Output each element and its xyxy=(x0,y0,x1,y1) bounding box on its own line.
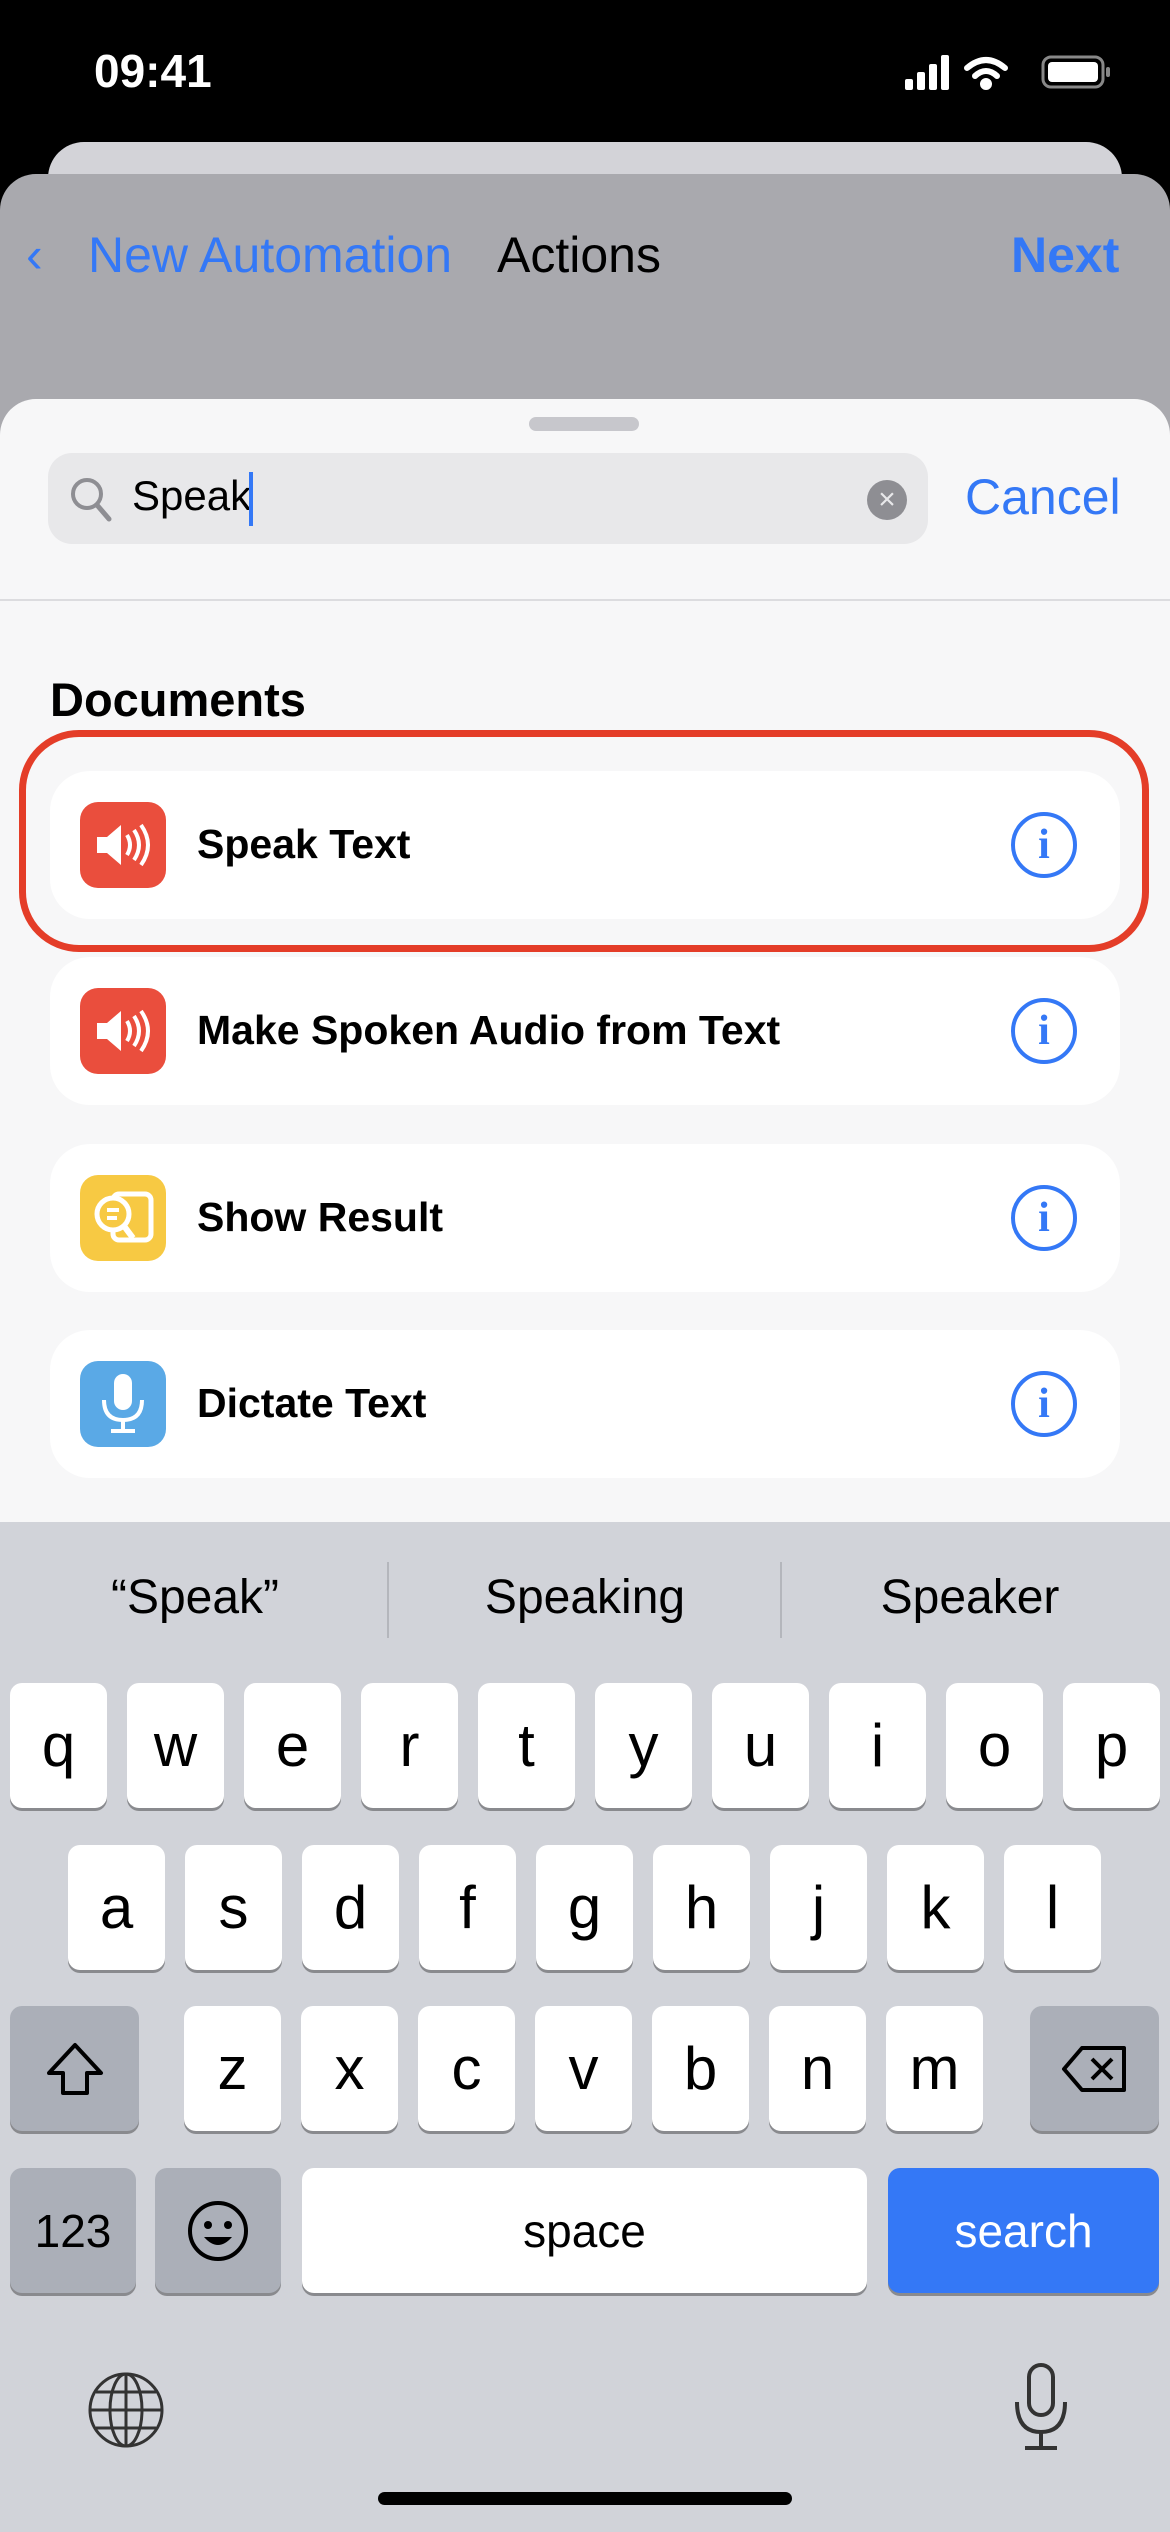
key-m[interactable]: m xyxy=(886,2006,983,2131)
key-r[interactable]: r xyxy=(361,1683,458,1808)
nav-title: Actions xyxy=(497,227,661,283)
magnifier-icon xyxy=(71,478,112,522)
action-label: Show Result xyxy=(197,1194,444,1240)
key-p[interactable]: p xyxy=(1063,1683,1160,1808)
highlight-annotation xyxy=(19,730,1149,952)
shift-icon xyxy=(46,2042,103,2095)
key-w[interactable]: w xyxy=(127,1683,224,1808)
wifi-icon xyxy=(964,57,1008,90)
delete-icon xyxy=(1061,2045,1126,2092)
key-e[interactable]: e xyxy=(244,1683,341,1808)
key-j[interactable]: j xyxy=(770,1845,867,1970)
key-h[interactable]: h xyxy=(653,1845,750,1970)
action-row[interactable]: Show Result i xyxy=(50,1144,1120,1292)
info-icon[interactable]: i xyxy=(1011,1371,1077,1437)
suggestion[interactable]: Speaking xyxy=(395,1570,775,1625)
key-q[interactable]: q xyxy=(10,1683,107,1808)
sheet-grabber[interactable] xyxy=(529,417,639,431)
key-c[interactable]: c xyxy=(418,2006,515,2131)
speaker-icon xyxy=(80,988,166,1074)
space-key[interactable]: space xyxy=(302,2168,867,2293)
cellular-signal-icon xyxy=(905,55,949,90)
key-a[interactable]: a xyxy=(68,1845,165,1970)
action-row[interactable]: Dictate Text i xyxy=(50,1330,1120,1478)
delete-key[interactable] xyxy=(1030,2006,1159,2131)
home-indicator[interactable] xyxy=(378,2492,792,2505)
key-d[interactable]: d xyxy=(302,1845,399,1970)
suggestion[interactable]: Speaker xyxy=(780,1570,1160,1625)
back-label[interactable]: New Automation xyxy=(88,226,452,284)
suggestion[interactable]: “Speak” xyxy=(5,1570,385,1625)
key-x[interactable]: x xyxy=(301,2006,398,2131)
info-icon[interactable]: i xyxy=(1011,1185,1077,1251)
divider xyxy=(0,599,1170,601)
key-o[interactable]: o xyxy=(946,1683,1043,1808)
cancel-button[interactable]: Cancel xyxy=(965,468,1121,526)
key-v[interactable]: v xyxy=(535,2006,632,2131)
show-result-icon xyxy=(80,1175,166,1261)
status-time: 09:41 xyxy=(94,45,212,97)
key-u[interactable]: u xyxy=(712,1683,809,1808)
key-g[interactable]: g xyxy=(536,1845,633,1970)
microphone-icon xyxy=(80,1361,166,1447)
numbers-key[interactable]: 123 xyxy=(10,2168,136,2293)
key-b[interactable]: b xyxy=(652,2006,749,2131)
emoji-key[interactable] xyxy=(155,2168,281,2293)
key-s[interactable]: s xyxy=(185,1845,282,1970)
key-y[interactable]: y xyxy=(595,1683,692,1808)
action-row[interactable]: Make Spoken Audio from Text i xyxy=(50,957,1120,1105)
key-z[interactable]: z xyxy=(184,2006,281,2131)
section-title: Documents xyxy=(50,673,306,726)
clear-x-icon[interactable]: × xyxy=(867,480,907,520)
text-caret xyxy=(249,472,253,526)
key-f[interactable]: f xyxy=(419,1845,516,1970)
shift-key[interactable] xyxy=(10,2006,139,2131)
dictation-microphone-icon[interactable] xyxy=(1011,2362,1071,2454)
suggestion-divider xyxy=(780,1562,782,1638)
chevron-left-icon: ‹ xyxy=(26,227,43,283)
key-t[interactable]: t xyxy=(478,1683,575,1808)
key-i[interactable]: i xyxy=(829,1683,926,1808)
status-icons xyxy=(905,55,1110,90)
key-l[interactable]: l xyxy=(1004,1845,1101,1970)
next-button[interactable]: Next xyxy=(1011,226,1119,284)
back-button[interactable]: ‹ xyxy=(26,226,43,284)
search-key[interactable]: search xyxy=(888,2168,1159,2293)
globe-icon[interactable] xyxy=(86,2370,166,2450)
emoji-icon xyxy=(188,2200,248,2261)
search-value[interactable]: Speak xyxy=(132,472,251,520)
key-k[interactable]: k xyxy=(887,1845,984,1970)
action-label: Make Spoken Audio from Text xyxy=(197,1007,781,1053)
battery-icon xyxy=(1041,55,1110,89)
info-icon[interactable]: i xyxy=(1011,998,1077,1064)
key-n[interactable]: n xyxy=(769,2006,866,2131)
action-label: Dictate Text xyxy=(197,1380,427,1426)
suggestion-divider xyxy=(387,1562,389,1638)
